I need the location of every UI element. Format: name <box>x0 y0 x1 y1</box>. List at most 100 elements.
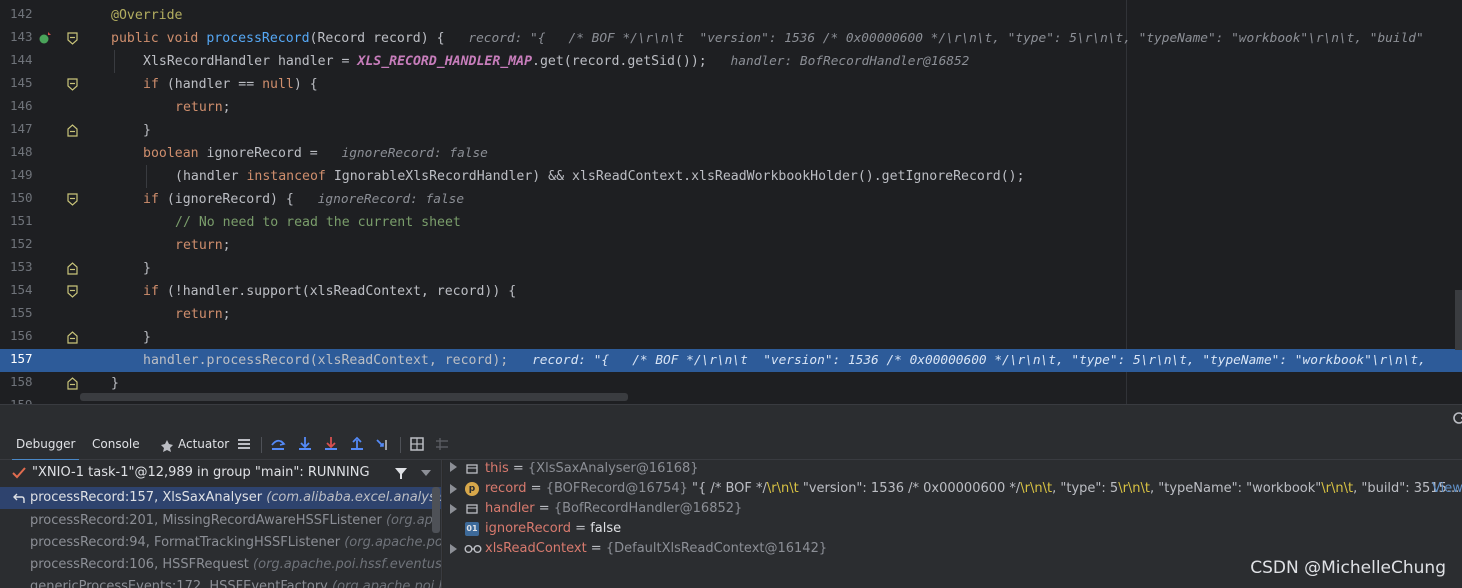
code-line-148[interactable]: boolean ignoreRecord = ignoreRecord: fal… <box>86 142 1462 165</box>
step-over-icon[interactable] <box>270 436 286 452</box>
code-line-146[interactable]: return; <box>86 96 1462 119</box>
gutter-row[interactable]: 150 <box>0 188 86 211</box>
fold-close-icon[interactable] <box>67 377 78 390</box>
code-line-152[interactable]: return; <box>86 234 1462 257</box>
fold-open-icon[interactable] <box>67 78 78 91</box>
gutter-row[interactable]: 151 <box>0 211 86 234</box>
filter-icon[interactable] <box>394 467 408 480</box>
variable-row-handler[interactable]: handler = {BofRecordHandler@16852} <box>443 499 1462 519</box>
line-number: 158 <box>10 374 33 389</box>
variable-value: {BOFRecord@16754} <box>545 481 688 496</box>
line-number: 147 <box>10 121 33 136</box>
expand-arrow-icon[interactable] <box>449 462 458 472</box>
gutter-row[interactable]: 142 <box>0 4 86 27</box>
code-line-158[interactable]: } <box>86 372 1462 395</box>
code-line-153[interactable]: } <box>86 257 1462 280</box>
override-marker-icon[interactable] <box>38 31 53 46</box>
code-line-156[interactable]: } <box>86 326 1462 349</box>
gutter-row[interactable]: 157 <box>0 349 86 372</box>
fold-open-icon[interactable] <box>67 193 78 206</box>
fold-open-icon[interactable] <box>67 32 78 45</box>
horizontal-scrollbar[interactable] <box>80 393 628 401</box>
code-token: (ignoreRecord) { <box>158 192 294 207</box>
watermark: CSDN @MichelleChung <box>1250 558 1446 578</box>
editor-gutter: 142 143 144 145 146 147 148 149 150 151 152 153 154 1… <box>0 0 86 404</box>
evaluate-expression-icon[interactable] <box>409 436 425 452</box>
code-line-144[interactable]: XlsRecordHandler handler = XLS_RECORD_HA… <box>86 50 1462 73</box>
gutter-row[interactable]: 159 <box>0 395 86 404</box>
step-into-icon[interactable] <box>297 436 313 452</box>
gutter-row[interactable]: 149 <box>0 165 86 188</box>
primitive-icon: 01 <box>465 522 479 536</box>
expand-arrow-icon[interactable] <box>449 544 458 554</box>
variables-panel: this = {XlsSaxAnalyser@16168} p record =… <box>443 460 1462 588</box>
expand-arrow-icon[interactable] <box>449 484 458 494</box>
force-step-into-icon[interactable] <box>323 436 339 452</box>
trace-stream-icon[interactable] <box>434 436 450 452</box>
fold-close-icon[interactable] <box>67 331 78 344</box>
stack-frame[interactable]: processRecord:157, XlsSaxAnalyser (com.a… <box>0 487 441 509</box>
code-comment: // No need to read the current sheet <box>175 215 461 230</box>
keyword: null <box>262 77 294 92</box>
expand-arrow-icon[interactable] <box>449 504 458 514</box>
code-area[interactable]: @Override public void processRecord(Reco… <box>86 0 1462 404</box>
stack-frame[interactable]: processRecord:201, MissingRecordAwareHSS… <box>0 510 441 532</box>
code-line-149[interactable]: (handler instanceof IgnorableXlsRecordHa… <box>86 165 1462 188</box>
annotation-override: @Override <box>111 8 183 23</box>
debug-panel-header <box>0 404 1462 430</box>
code-line-145[interactable]: if (handler == null) { <box>86 73 1462 96</box>
code-token: XlsRecordHandler handler = <box>143 54 358 69</box>
thread-selector[interactable]: "XNIO-1 task-1"@12,989 in group "main": … <box>0 460 441 487</box>
gutter-row[interactable]: 144 <box>0 50 86 73</box>
indent-guide <box>114 50 115 73</box>
step-out-icon[interactable] <box>349 436 365 452</box>
stack-frame[interactable]: genericProcessEvents:172, HSSFEventFacto… <box>0 576 441 588</box>
variable-row-xlsreadcontext[interactable]: xlsReadContext = {DefaultXlsReadContext@… <box>443 539 1462 559</box>
code-line-150[interactable]: if (ignoreRecord) { ignoreRecord: false <box>86 188 1462 211</box>
fold-close-icon[interactable] <box>67 262 78 275</box>
view-link[interactable]: View <box>1432 479 1462 499</box>
gutter-row[interactable]: 147 <box>0 119 86 142</box>
code-line-143[interactable]: public void processRecord(Record record)… <box>86 27 1462 50</box>
tab-debugger[interactable]: Debugger <box>11 437 80 461</box>
gutter-row[interactable]: 146 <box>0 96 86 119</box>
stack-frame[interactable]: processRecord:94, FormatTrackingHSSFList… <box>0 532 441 554</box>
gutter-row[interactable]: 145 <box>0 73 86 96</box>
run-to-cursor-icon[interactable] <box>375 436 391 452</box>
tab-console[interactable]: Console <box>92 437 140 451</box>
code-line-142[interactable]: @Override <box>86 4 1462 27</box>
code-token: (!handler.support(xlsReadContext, record… <box>158 284 517 299</box>
frame-method: processRecord:157, XlsSaxAnalyser <box>30 490 263 505</box>
settings-icon[interactable] <box>1452 411 1462 425</box>
gutter-row[interactable]: 154 <box>0 280 86 303</box>
menu-icon[interactable] <box>236 436 252 452</box>
stack-frame[interactable]: processRecord:106, HSSFRequest (org.apac… <box>0 554 441 576</box>
vertical-scrollbar[interactable] <box>1455 290 1462 350</box>
code-line-154[interactable]: if (!handler.support(xlsReadContext, rec… <box>86 280 1462 303</box>
code-line-147[interactable]: } <box>86 119 1462 142</box>
gutter-row[interactable]: 148 <box>0 142 86 165</box>
code-line-151[interactable]: // No need to read the current sheet <box>86 211 1462 234</box>
code-line-157-current-execution[interactable]: handler.processRecord(xlsReadContext, re… <box>86 349 1462 372</box>
fold-open-icon[interactable] <box>67 285 78 298</box>
variable-row-record[interactable]: p record = {BOFRecord@16754} "{ /* BOF *… <box>443 479 1462 499</box>
code-editor[interactable]: 142 143 144 145 146 147 148 149 150 151 152 153 154 1… <box>0 0 1462 404</box>
gutter-row[interactable]: 158 <box>0 372 86 395</box>
variable-name: xlsReadContext <box>485 541 587 556</box>
toolbar-separator <box>261 437 262 453</box>
gutter-row[interactable]: 156 <box>0 326 86 349</box>
gutter-row[interactable]: 143 <box>0 27 86 50</box>
line-number: 143 <box>10 29 33 44</box>
variable-row-this[interactable]: this = {XlsSaxAnalyser@16168} <box>443 460 1462 479</box>
string-part: , "type": 5 <box>1052 481 1119 496</box>
chevron-down-icon[interactable] <box>421 470 431 476</box>
gutter-row[interactable]: 155 <box>0 303 86 326</box>
tab-actuator[interactable]: Actuator <box>178 437 229 451</box>
gutter-row[interactable]: 153 <box>0 257 86 280</box>
variable-row-ignorerecord[interactable]: 01 ignoreRecord = false <box>443 519 1462 539</box>
frames-scrollbar[interactable] <box>432 487 440 533</box>
fold-close-icon[interactable] <box>67 124 78 137</box>
code-line-155[interactable]: return; <box>86 303 1462 326</box>
code-token: ignoreRecord = <box>198 146 318 161</box>
gutter-row[interactable]: 152 <box>0 234 86 257</box>
